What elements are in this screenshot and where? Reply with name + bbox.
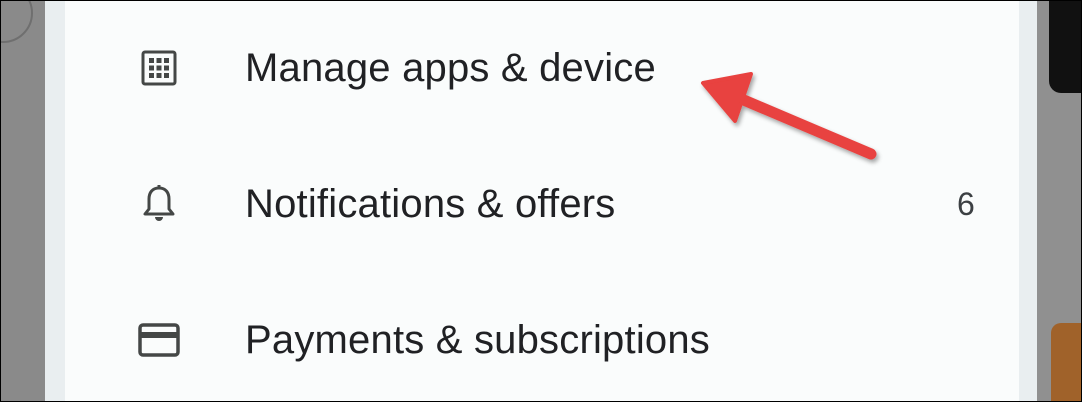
menu-item-label: Payments & subscriptions [245,317,710,362]
background-dimmed-left [1,1,45,401]
background-avatar-ring [1,1,33,43]
credit-card-icon [137,318,181,362]
bell-icon [137,182,181,226]
menu-item-notifications[interactable]: Notifications & offers 6 [65,149,1019,259]
menu-item-payments[interactable]: Payments & subscriptions [65,285,1019,395]
menu-item-label: Manage apps & device [245,45,656,90]
screenshot-frame: Manage apps & device Notifications & off… [0,0,1082,402]
notification-count-badge: 6 [957,185,975,222]
background-card-image [1051,323,1081,401]
background-card-dark [1049,1,1081,93]
menu-item-manage-apps[interactable]: Manage apps & device [65,13,1019,123]
menu-item-label: Notifications & offers [245,181,616,226]
grid-icon [137,46,181,90]
